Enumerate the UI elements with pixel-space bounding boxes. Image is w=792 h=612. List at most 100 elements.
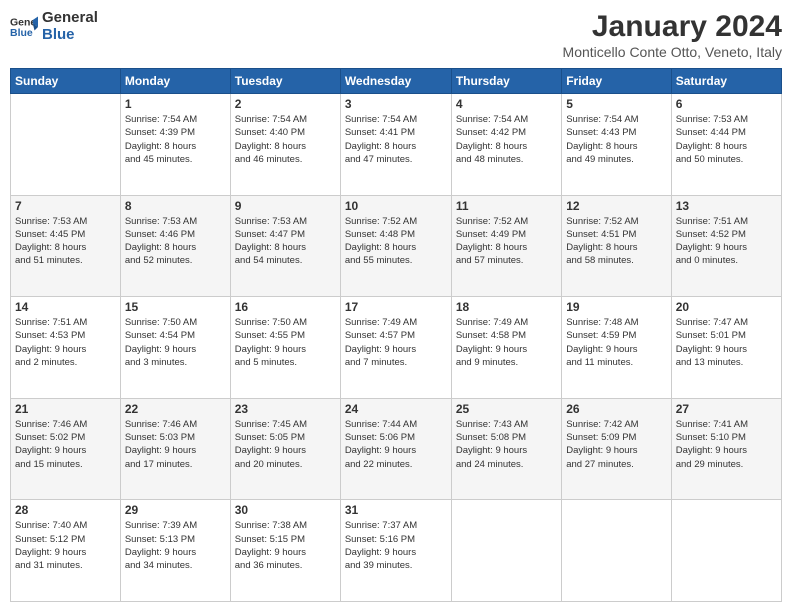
day-number: 24	[345, 402, 447, 416]
day-number: 10	[345, 199, 447, 213]
day-info: Sunrise: 7:53 AMSunset: 4:47 PMDaylight:…	[235, 215, 336, 268]
page-subtitle: Monticello Conte Otto, Veneto, Italy	[563, 44, 782, 60]
day-number: 31	[345, 503, 447, 517]
day-number: 7	[15, 199, 116, 213]
day-info: Sunrise: 7:39 AMSunset: 5:13 PMDaylight:…	[125, 519, 226, 572]
day-info: Sunrise: 7:51 AMSunset: 4:53 PMDaylight:…	[15, 316, 116, 369]
calendar-cell: 25Sunrise: 7:43 AMSunset: 5:08 PMDayligh…	[451, 398, 561, 500]
calendar-cell: 16 Sunrise: 7:50 AMSunset: 4:55 PMDayligh…	[230, 297, 340, 399]
day-number: 9	[235, 199, 336, 213]
calendar-cell: 3Sunrise: 7:54 AMSunset: 4:41 PMDaylight…	[340, 94, 451, 196]
calendar-cell: 24 Sunrise: 7:44 AMSunset: 5:06 PMDayligh…	[340, 398, 451, 500]
day-number: 16	[235, 300, 336, 314]
calendar-cell: 26Sunrise: 7:42 AMSunset: 5:09 PMDayligh…	[562, 398, 671, 500]
day-number: 12	[566, 199, 666, 213]
day-number: 28	[15, 503, 116, 517]
day-info: Sunrise: 7:54 AMSunset: 4:40 PMDaylight:…	[235, 113, 336, 166]
day-info: Sunrise: 7:50 AMSunset: 4:54 PMDaylight:…	[125, 316, 226, 369]
day-info: Sunrise: 7:53 AMSunset: 4:44 PMDaylight:…	[676, 113, 777, 166]
calendar-cell: 13 Sunrise: 7:51 AMSunset: 4:52 PMDayligh…	[671, 195, 781, 297]
header-day-tuesday: Tuesday	[230, 69, 340, 94]
calendar-cell: 2 Sunrise: 7:54 AMSunset: 4:40 PMDaylight…	[230, 94, 340, 196]
calendar-cell: 9 Sunrise: 7:53 AMSunset: 4:47 PMDaylight…	[230, 195, 340, 297]
day-number: 30	[235, 503, 336, 517]
calendar-cell: 17Sunrise: 7:49 AMSunset: 4:57 PMDayligh…	[340, 297, 451, 399]
header-day-saturday: Saturday	[671, 69, 781, 94]
day-info: Sunrise: 7:48 AMSunset: 4:59 PMDaylight:…	[566, 316, 666, 369]
calendar-cell: 10 Sunrise: 7:52 AMSunset: 4:48 PMDayligh…	[340, 195, 451, 297]
header-day-wednesday: Wednesday	[340, 69, 451, 94]
calendar-week-2: 7 Sunrise: 7:53 AMSunset: 4:45 PMDaylight…	[11, 195, 782, 297]
calendar-cell: 22Sunrise: 7:46 AMSunset: 5:03 PMDayligh…	[120, 398, 230, 500]
day-number: 13	[676, 199, 777, 213]
day-info: Sunrise: 7:49 AMSunset: 4:58 PMDaylight:…	[456, 316, 557, 369]
day-number: 19	[566, 300, 666, 314]
day-number: 1	[125, 97, 226, 111]
day-info: Sunrise: 7:37 AMSunset: 5:16 PMDaylight:…	[345, 519, 447, 572]
calendar-cell: 27Sunrise: 7:41 AMSunset: 5:10 PMDayligh…	[671, 398, 781, 500]
day-info: Sunrise: 7:52 AMSunset: 4:49 PMDaylight:…	[456, 215, 557, 268]
day-number: 14	[15, 300, 116, 314]
calendar-header-row: SundayMondayTuesdayWednesdayThursdayFrid…	[11, 69, 782, 94]
day-info: Sunrise: 7:54 AMSunset: 4:43 PMDaylight:…	[566, 113, 666, 166]
day-info: Sunrise: 7:51 AMSunset: 4:52 PMDaylight:…	[676, 215, 777, 268]
day-info: Sunrise: 7:53 AMSunset: 4:46 PMDaylight:…	[125, 215, 226, 268]
day-info: Sunrise: 7:52 AMSunset: 4:51 PMDaylight:…	[566, 215, 666, 268]
day-info: Sunrise: 7:45 AMSunset: 5:05 PMDaylight:…	[235, 418, 336, 471]
calendar-cell	[562, 500, 671, 602]
calendar-cell: 31 Sunrise: 7:37 AMSunset: 5:16 PMDayligh…	[340, 500, 451, 602]
calendar-cell: 14 Sunrise: 7:51 AMSunset: 4:53 PMDayligh…	[11, 297, 121, 399]
day-info: Sunrise: 7:52 AMSunset: 4:48 PMDaylight:…	[345, 215, 447, 268]
day-number: 15	[125, 300, 226, 314]
calendar-cell: 1 Sunrise: 7:54 AMSunset: 4:39 PMDaylight…	[120, 94, 230, 196]
day-number: 20	[676, 300, 777, 314]
logo-icon: General Blue	[10, 13, 38, 41]
day-info: Sunrise: 7:49 AMSunset: 4:57 PMDaylight:…	[345, 316, 447, 369]
page-title: January 2024	[563, 10, 782, 44]
calendar-cell: 15 Sunrise: 7:50 AMSunset: 4:54 PMDayligh…	[120, 297, 230, 399]
day-number: 2	[235, 97, 336, 111]
calendar-cell	[451, 500, 561, 602]
calendar-cell: 11 Sunrise: 7:52 AMSunset: 4:49 PMDayligh…	[451, 195, 561, 297]
header-day-thursday: Thursday	[451, 69, 561, 94]
calendar-cell: 29 Sunrise: 7:39 AMSunset: 5:13 PMDayligh…	[120, 500, 230, 602]
calendar-week-4: 21Sunrise: 7:46 AMSunset: 5:02 PMDayligh…	[11, 398, 782, 500]
day-info: Sunrise: 7:38 AMSunset: 5:15 PMDaylight:…	[235, 519, 336, 572]
header-day-sunday: Sunday	[11, 69, 121, 94]
calendar-cell: 21Sunrise: 7:46 AMSunset: 5:02 PMDayligh…	[11, 398, 121, 500]
day-number: 3	[345, 97, 447, 111]
calendar-cell: 4Sunrise: 7:54 AMSunset: 4:42 PMDaylight…	[451, 94, 561, 196]
calendar-week-3: 14 Sunrise: 7:51 AMSunset: 4:53 PMDayligh…	[11, 297, 782, 399]
day-number: 11	[456, 199, 557, 213]
svg-text:Blue: Blue	[10, 26, 33, 38]
title-block: January 2024 Monticello Conte Otto, Vene…	[563, 10, 782, 60]
header-day-monday: Monday	[120, 69, 230, 94]
day-number: 8	[125, 199, 226, 213]
calendar-cell: 18Sunrise: 7:49 AMSunset: 4:58 PMDayligh…	[451, 297, 561, 399]
calendar-cell: 20Sunrise: 7:47 AMSunset: 5:01 PMDayligh…	[671, 297, 781, 399]
calendar-body: 1 Sunrise: 7:54 AMSunset: 4:39 PMDaylight…	[11, 94, 782, 602]
day-info: Sunrise: 7:43 AMSunset: 5:08 PMDaylight:…	[456, 418, 557, 471]
calendar-cell	[671, 500, 781, 602]
header-day-friday: Friday	[562, 69, 671, 94]
calendar-cell: 23Sunrise: 7:45 AMSunset: 5:05 PMDayligh…	[230, 398, 340, 500]
logo-text-line2: Blue	[42, 27, 98, 44]
day-info: Sunrise: 7:54 AMSunset: 4:42 PMDaylight:…	[456, 113, 557, 166]
calendar-cell: 19 Sunrise: 7:48 AMSunset: 4:59 PMDayligh…	[562, 297, 671, 399]
day-info: Sunrise: 7:46 AMSunset: 5:02 PMDaylight:…	[15, 418, 116, 471]
day-info: Sunrise: 7:46 AMSunset: 5:03 PMDaylight:…	[125, 418, 226, 471]
day-info: Sunrise: 7:50 AMSunset: 4:55 PMDaylight:…	[235, 316, 336, 369]
day-info: Sunrise: 7:44 AMSunset: 5:06 PMDaylight:…	[345, 418, 447, 471]
calendar-cell: 6Sunrise: 7:53 AMSunset: 4:44 PMDaylight…	[671, 94, 781, 196]
day-info: Sunrise: 7:54 AMSunset: 4:39 PMDaylight:…	[125, 113, 226, 166]
day-info: Sunrise: 7:40 AMSunset: 5:12 PMDaylight:…	[15, 519, 116, 572]
day-number: 5	[566, 97, 666, 111]
day-info: Sunrise: 7:42 AMSunset: 5:09 PMDaylight:…	[566, 418, 666, 471]
day-info: Sunrise: 7:41 AMSunset: 5:10 PMDaylight:…	[676, 418, 777, 471]
calendar-cell: 30 Sunrise: 7:38 AMSunset: 5:15 PMDayligh…	[230, 500, 340, 602]
day-number: 29	[125, 503, 226, 517]
day-info: Sunrise: 7:53 AMSunset: 4:45 PMDaylight:…	[15, 215, 116, 268]
calendar-cell	[11, 94, 121, 196]
calendar-cell: 12 Sunrise: 7:52 AMSunset: 4:51 PMDayligh…	[562, 195, 671, 297]
calendar-cell: 7 Sunrise: 7:53 AMSunset: 4:45 PMDaylight…	[11, 195, 121, 297]
